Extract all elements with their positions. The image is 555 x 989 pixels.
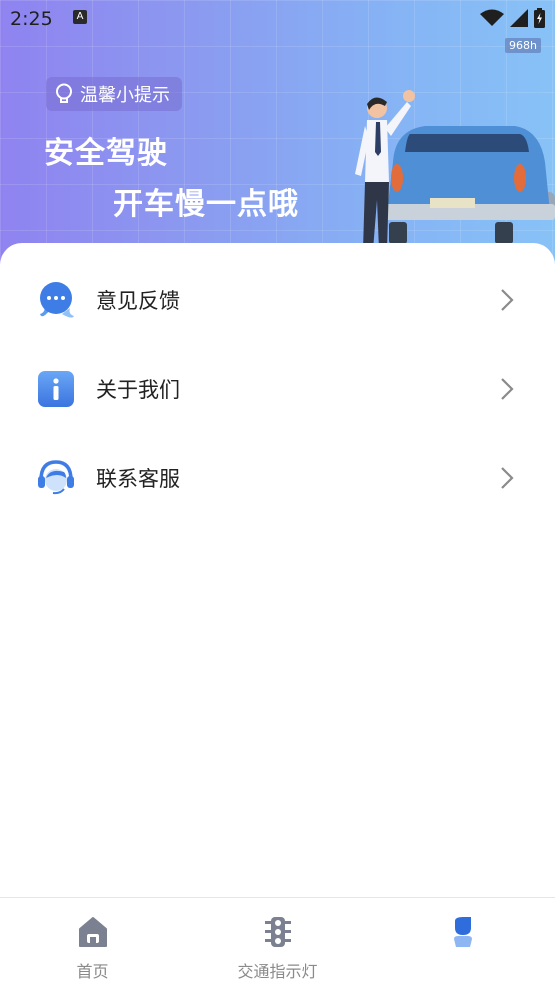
chevron-right-icon (501, 467, 514, 489)
home-icon (78, 917, 107, 947)
menu-card: 意见反馈 关于我们 联系客服 (0, 243, 555, 898)
status-time: 2:25 (10, 8, 53, 30)
customer-service-icon (38, 460, 74, 495)
tab-traffic-light[interactable]: 交通指示灯 (185, 898, 370, 989)
lightbulb-icon (56, 83, 72, 103)
feedback-chat-icon (40, 282, 74, 318)
profile-icon (453, 917, 472, 947)
slogan-line-2: 开车慢一点哦 (113, 187, 299, 222)
tab-home-label: 首页 (76, 962, 109, 981)
menu-item-feedback-label: 意见反馈 (96, 289, 180, 313)
menu-item-customer-service[interactable]: 联系客服 (0, 438, 555, 518)
tab-traffic-light-label: 交通指示灯 (237, 962, 318, 981)
chevron-right-icon (501, 289, 514, 311)
tab-profile[interactable] (370, 898, 555, 989)
status-icons (480, 8, 545, 28)
menu-item-about-label: 关于我们 (96, 378, 180, 402)
slogan-line-1: 安全驾驶 (44, 136, 168, 171)
tip-label: 温馨小提示 (80, 85, 170, 106)
bottom-tab-bar: 首页 交通指示灯 (0, 897, 555, 989)
chevron-right-icon (501, 378, 514, 400)
app-notification-icon: A (73, 10, 87, 24)
tip-badge: 温馨小提示 (46, 77, 182, 111)
signal-icon (510, 9, 528, 27)
menu-item-feedback[interactable]: 意见反馈 (0, 260, 555, 340)
battery-icon (534, 8, 545, 28)
status-bar: 2:25 A (0, 0, 555, 38)
menu-item-customer-service-label: 联系客服 (96, 467, 180, 491)
info-icon (38, 371, 74, 407)
banner: 2:25 A 968h 温馨小提示 安全驾驶 开车慢一点哦 (0, 0, 555, 270)
tab-home[interactable]: 首页 (0, 898, 185, 989)
driver-car-illustration (355, 90, 555, 250)
wifi-icon (480, 9, 504, 26)
menu-item-about[interactable]: 关于我们 (0, 349, 555, 429)
refresh-rate-badge: 968h (505, 38, 541, 53)
traffic-light-icon (264, 917, 291, 947)
